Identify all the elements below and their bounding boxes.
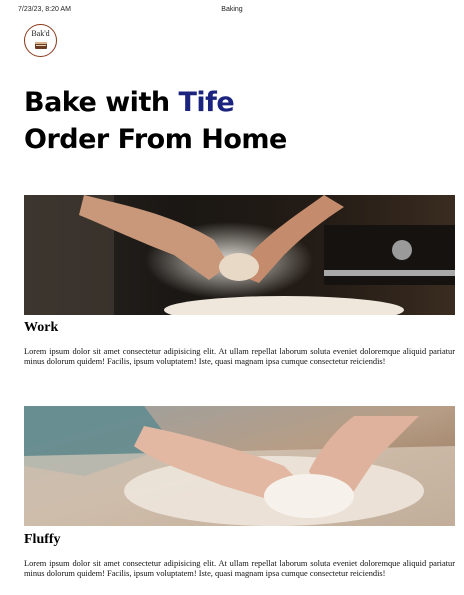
hero-prefix: Bake with (24, 87, 179, 118)
logo-text: Bak'd (31, 29, 50, 38)
cake-icon (34, 42, 47, 49)
hands-flour-dough-photo (24, 195, 455, 315)
hero-line-2: Order From Home (24, 124, 287, 155)
card-text-work: Lorem ipsum dolor sit amet consectetur a… (24, 347, 455, 367)
hands-kneading-dough-photo (24, 406, 455, 526)
card-image-work (24, 195, 455, 315)
logo[interactable]: Bak'd (24, 24, 57, 57)
hero-line-1: Bake with Tife (24, 84, 444, 121)
card-text-fluffy: Lorem ipsum dolor sit amet consectetur a… (24, 559, 455, 579)
hero-heading: Bake with Tife Order From Home (24, 84, 444, 158)
card-title-fluffy: Fluffy (24, 532, 61, 547)
print-page-title: Baking (221, 6, 243, 13)
hero-accent-name: Tife (178, 87, 235, 118)
print-header: 7/23/23, 8:20 AM Baking (0, 6, 464, 18)
card-title-work: Work (24, 320, 59, 335)
card-image-fluffy (24, 406, 455, 526)
